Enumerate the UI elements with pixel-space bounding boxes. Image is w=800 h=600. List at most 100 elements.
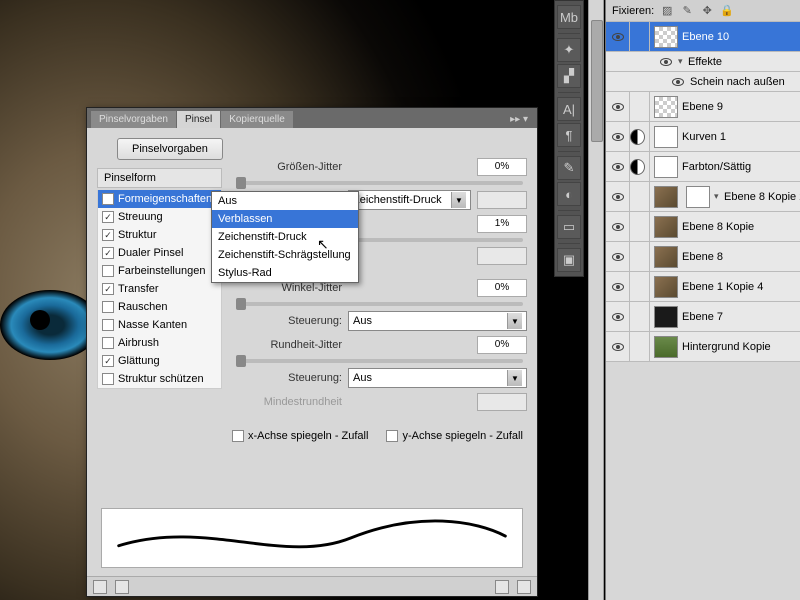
checkbox-icon[interactable] — [102, 193, 114, 205]
navigator-icon[interactable]: ✦ — [557, 38, 581, 62]
checkbox-icon[interactable] — [102, 319, 114, 331]
layer-visibility-toggle[interactable] — [606, 212, 630, 241]
option-glaettung[interactable]: Glättung — [98, 352, 221, 370]
option-dualer-pinsel[interactable]: Dualer Pinsel — [98, 244, 221, 262]
option-struktur[interactable]: Struktur — [98, 226, 221, 244]
dropdown-item-stylus-rad[interactable]: Stylus-Rad — [212, 264, 358, 282]
lock-transparent-icon[interactable]: ▨ — [660, 4, 674, 18]
size-jitter-slider[interactable] — [236, 181, 523, 185]
flip-x-checkbox[interactable]: x-Achse spiegeln - Zufall — [232, 430, 368, 442]
vertical-scrollbar[interactable] — [588, 0, 604, 600]
layer-visibility-toggle[interactable] — [606, 22, 630, 51]
angle-jitter-slider[interactable] — [236, 302, 523, 306]
option-transfer[interactable]: Transfer — [98, 280, 221, 298]
layer-visibility-toggle[interactable] — [606, 272, 630, 301]
min-diameter-value[interactable]: 1% — [477, 215, 527, 233]
tab-brush[interactable]: Pinsel — [177, 111, 220, 128]
layer-visibility-toggle[interactable] — [606, 332, 630, 361]
control-dropdown-list[interactable]: Aus Verblassen Zeichenstift-Druck Zeiche… — [211, 191, 359, 283]
panel-collapse-icon[interactable]: ▸▸ ▾ — [502, 111, 536, 128]
layer-ebene-9[interactable]: Ebene 9 — [606, 92, 800, 122]
layer-hintergrund-kopie[interactable]: Hintergrund Kopie — [606, 332, 800, 362]
option-farbeinstellungen[interactable]: Farbeinstellungen — [98, 262, 221, 280]
mb-icon[interactable]: Mb — [557, 5, 581, 29]
layer-thumbnail[interactable] — [654, 216, 678, 238]
tab-clone[interactable]: Kopierquelle — [221, 111, 293, 128]
size-jitter-value[interactable]: 0% — [477, 158, 527, 176]
layer-visibility-toggle[interactable] — [606, 242, 630, 271]
layer-thumbnail[interactable] — [654, 26, 678, 48]
transform-icon[interactable]: ▭ — [557, 215, 581, 239]
option-formeigenschaften[interactable]: Formeigenschaften — [98, 190, 221, 208]
checkbox-icon[interactable] — [102, 373, 114, 385]
trash-icon[interactable] — [517, 580, 531, 594]
fx-indicator-icon[interactable]: ▾ — [714, 191, 724, 202]
layer-thumbnail[interactable] — [654, 96, 678, 118]
layer-kurven-1[interactable]: Kurven 1 — [606, 122, 800, 152]
roundness-jitter-slider[interactable] — [236, 359, 523, 363]
layer-outer-glow[interactable]: Schein nach außen — [606, 72, 800, 92]
control-dropdown[interactable]: Zeichenstift-Druck▼ — [348, 190, 471, 210]
dropdown-item-verblassen[interactable]: Verblassen — [212, 210, 358, 228]
layer-mask-thumbnail[interactable] — [686, 186, 710, 208]
layer-visibility-toggle[interactable] — [606, 122, 630, 151]
angle-jitter-value[interactable]: 0% — [477, 279, 527, 297]
history-icon[interactable]: ◐ — [557, 182, 581, 206]
roundness-jitter-value[interactable]: 0% — [477, 336, 527, 354]
layer-ebene-8-kopie-2[interactable]: ▾ Ebene 8 Kopie 2 — [606, 182, 800, 212]
new-brush-icon[interactable] — [495, 580, 509, 594]
lock-position-icon[interactable]: ✥ — [700, 4, 714, 18]
collapse-arrow-icon[interactable]: ▾ — [678, 56, 688, 67]
layer-thumbnail[interactable] — [654, 306, 678, 328]
option-streuung[interactable]: Streuung — [98, 208, 221, 226]
checkbox-icon[interactable] — [102, 229, 114, 241]
tab-presets[interactable]: Pinselvorgaben — [91, 111, 176, 128]
layer-mask-thumbnail[interactable] — [654, 126, 678, 148]
checkbox-icon[interactable] — [102, 355, 114, 367]
layer-ebene-1-kopie-4[interactable]: Ebene 1 Kopie 4 — [606, 272, 800, 302]
brush-presets-button[interactable]: Pinselvorgaben — [117, 138, 223, 160]
checkbox-icon[interactable] — [102, 211, 114, 223]
flip-y-checkbox[interactable]: y-Achse spiegeln - Zufall — [386, 430, 522, 442]
option-rauschen[interactable]: Rauschen — [98, 298, 221, 316]
histogram-icon[interactable]: ▞ — [557, 64, 581, 88]
option-nasse-kanten[interactable]: Nasse Kanten — [98, 316, 221, 334]
checkbox-icon[interactable] — [102, 265, 114, 277]
lock-pixels-icon[interactable]: ✎ — [680, 4, 694, 18]
layer-thumbnail[interactable] — [654, 336, 678, 358]
control2-dropdown[interactable]: Aus▼ — [348, 311, 527, 331]
dropdown-item-zeichenstift-druck[interactable]: Zeichenstift-Druck — [212, 228, 358, 246]
layer-ebene-10[interactable]: Ebene 10 — [606, 22, 800, 52]
layer-mask-thumbnail[interactable] — [654, 156, 678, 178]
brush-tip-shape-header[interactable]: Pinselform — [97, 168, 222, 188]
option-struktur-schuetzen[interactable]: Struktur schützen — [98, 370, 221, 388]
layer-visibility-toggle[interactable] — [606, 302, 630, 331]
layer-farbton[interactable]: Farbton/Sättig — [606, 152, 800, 182]
dropdown-item-aus[interactable]: Aus — [212, 192, 358, 210]
layer-thumbnail[interactable] — [654, 246, 678, 268]
layer-ebene-8[interactable]: Ebene 8 — [606, 242, 800, 272]
camera-icon[interactable]: ▣ — [557, 248, 581, 272]
dropdown-item-zeichenstift-schraegstellung[interactable]: Zeichenstift-Schrägstellung — [212, 246, 358, 264]
lock-all-icon[interactable]: 🔒 — [720, 4, 734, 18]
layers-panel: Fixieren: ▨ ✎ ✥ 🔒 Ebene 10 ▾ Effekte Sch… — [605, 0, 800, 600]
checkbox-icon[interactable] — [102, 247, 114, 259]
checkbox-icon[interactable] — [102, 283, 114, 295]
layer-thumbnail[interactable] — [654, 186, 678, 208]
layer-effects-group[interactable]: ▾ Effekte — [606, 52, 800, 72]
layer-ebene-7[interactable]: Ebene 7 — [606, 302, 800, 332]
layer-visibility-toggle[interactable] — [606, 152, 630, 181]
option-airbrush[interactable]: Airbrush — [98, 334, 221, 352]
character-icon[interactable]: A| — [557, 97, 581, 121]
layer-thumbnail[interactable] — [654, 276, 678, 298]
layer-ebene-8-kopie[interactable]: Ebene 8 Kopie — [606, 212, 800, 242]
layer-visibility-toggle[interactable] — [606, 92, 630, 121]
toggle-preview-icon[interactable] — [93, 580, 107, 594]
brush-icon[interactable]: ✎ — [557, 156, 581, 180]
checkbox-icon[interactable] — [102, 301, 114, 313]
layer-visibility-toggle[interactable] — [606, 182, 630, 211]
toggle-overlay-icon[interactable] — [115, 580, 129, 594]
paragraph-icon[interactable]: ¶ — [557, 123, 581, 147]
control3-dropdown[interactable]: Aus▼ — [348, 368, 527, 388]
checkbox-icon[interactable] — [102, 337, 114, 349]
